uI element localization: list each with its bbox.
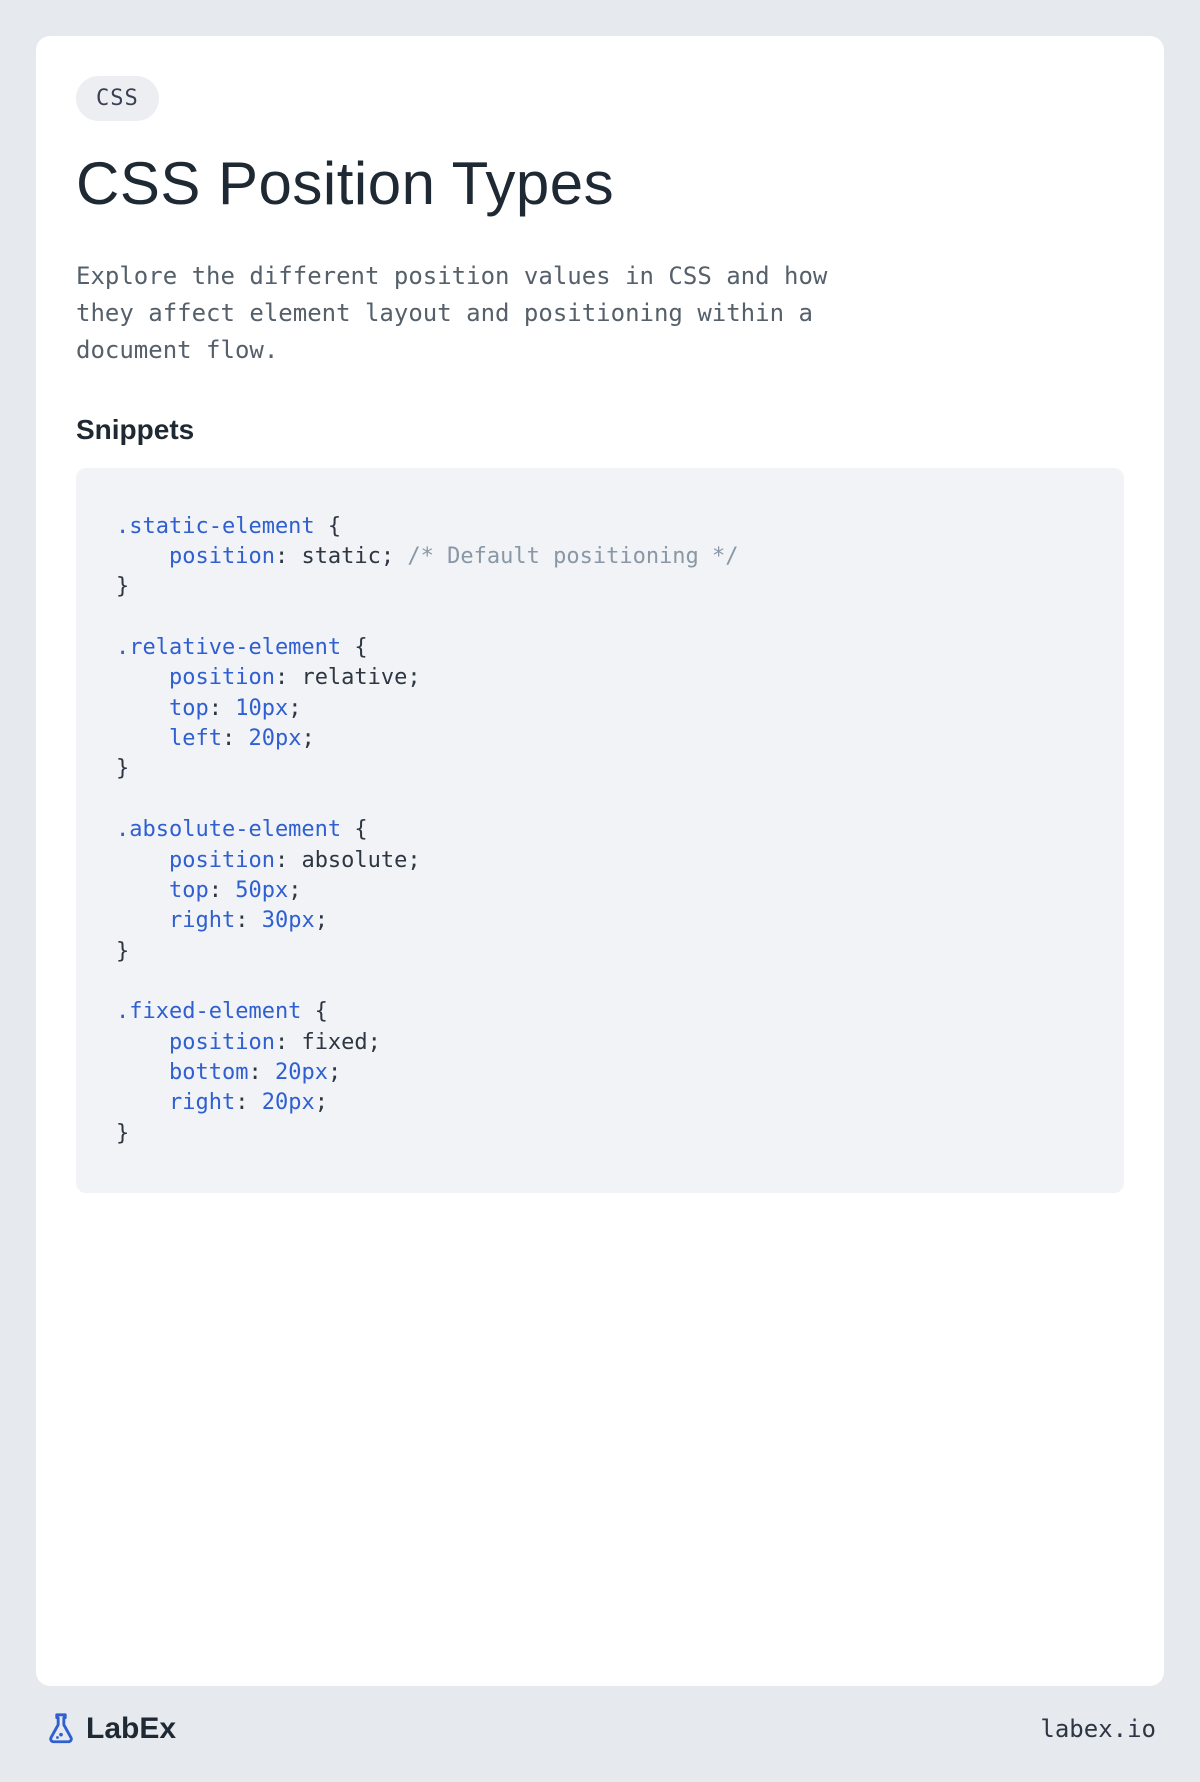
footer: LabEx labex.io: [36, 1686, 1164, 1746]
code-token: :: [235, 1090, 262, 1115]
code-token: [116, 908, 169, 933]
code-token: right: [169, 908, 235, 933]
code-token: 30px: [262, 908, 315, 933]
code-token: :: [209, 878, 236, 903]
code-token: {: [315, 514, 342, 539]
code-token: left: [169, 726, 222, 751]
code-token: {: [301, 999, 328, 1024]
code-token: ;: [328, 1060, 341, 1085]
code-token: : fixed;: [275, 1030, 381, 1055]
code-token: .fixed-element: [116, 999, 301, 1024]
code-token: [116, 1090, 169, 1115]
code-token: 20px: [275, 1060, 328, 1085]
code-token: [116, 696, 169, 721]
code-token: [116, 1030, 169, 1055]
page-description: Explore the different position values in…: [76, 258, 896, 370]
code-token: : absolute;: [275, 848, 421, 873]
code-token: position: [169, 544, 275, 569]
brand-name: LabEx: [86, 1712, 176, 1746]
code-token: : relative;: [275, 665, 421, 690]
code-token: .static-element: [116, 514, 315, 539]
code-token: [116, 665, 169, 690]
code-token: :: [235, 908, 262, 933]
code-token: position: [169, 665, 275, 690]
code-token: [116, 878, 169, 903]
snippets-heading: Snippets: [76, 414, 1124, 446]
code-token: }: [116, 574, 129, 599]
code-token: [116, 726, 169, 751]
code-token: right: [169, 1090, 235, 1115]
flask-icon: [44, 1712, 78, 1746]
code-token: position: [169, 848, 275, 873]
code-token: :: [248, 1060, 275, 1085]
language-badge: CSS: [76, 76, 159, 121]
site-url: labex.io: [1040, 1715, 1156, 1743]
code-token: :: [222, 726, 249, 751]
code-token: ;: [288, 878, 301, 903]
code-token: .absolute-element: [116, 817, 341, 842]
code-token: [116, 544, 169, 569]
page-title: CSS Position Types: [76, 149, 1124, 218]
code-token: :: [209, 696, 236, 721]
code-snippet: .static-element { position: static; /* D…: [76, 468, 1124, 1194]
content-card: CSS CSS Position Types Explore the diffe…: [36, 36, 1164, 1686]
code-token: /* Default positioning */: [407, 544, 738, 569]
brand: LabEx: [44, 1712, 176, 1746]
code-token: [116, 848, 169, 873]
code-token: ;: [288, 696, 301, 721]
code-token: top: [169, 696, 209, 721]
code-token: 50px: [235, 878, 288, 903]
code-token: 10px: [235, 696, 288, 721]
code-token: {: [341, 817, 368, 842]
code-token: bottom: [169, 1060, 248, 1085]
code-token: 20px: [262, 1090, 315, 1115]
code-token: position: [169, 1030, 275, 1055]
code-token: [116, 1060, 169, 1085]
code-token: : static;: [275, 544, 407, 569]
code-token: 20px: [248, 726, 301, 751]
code-token: .relative-element: [116, 635, 341, 660]
code-token: {: [341, 635, 368, 660]
code-token: top: [169, 878, 209, 903]
